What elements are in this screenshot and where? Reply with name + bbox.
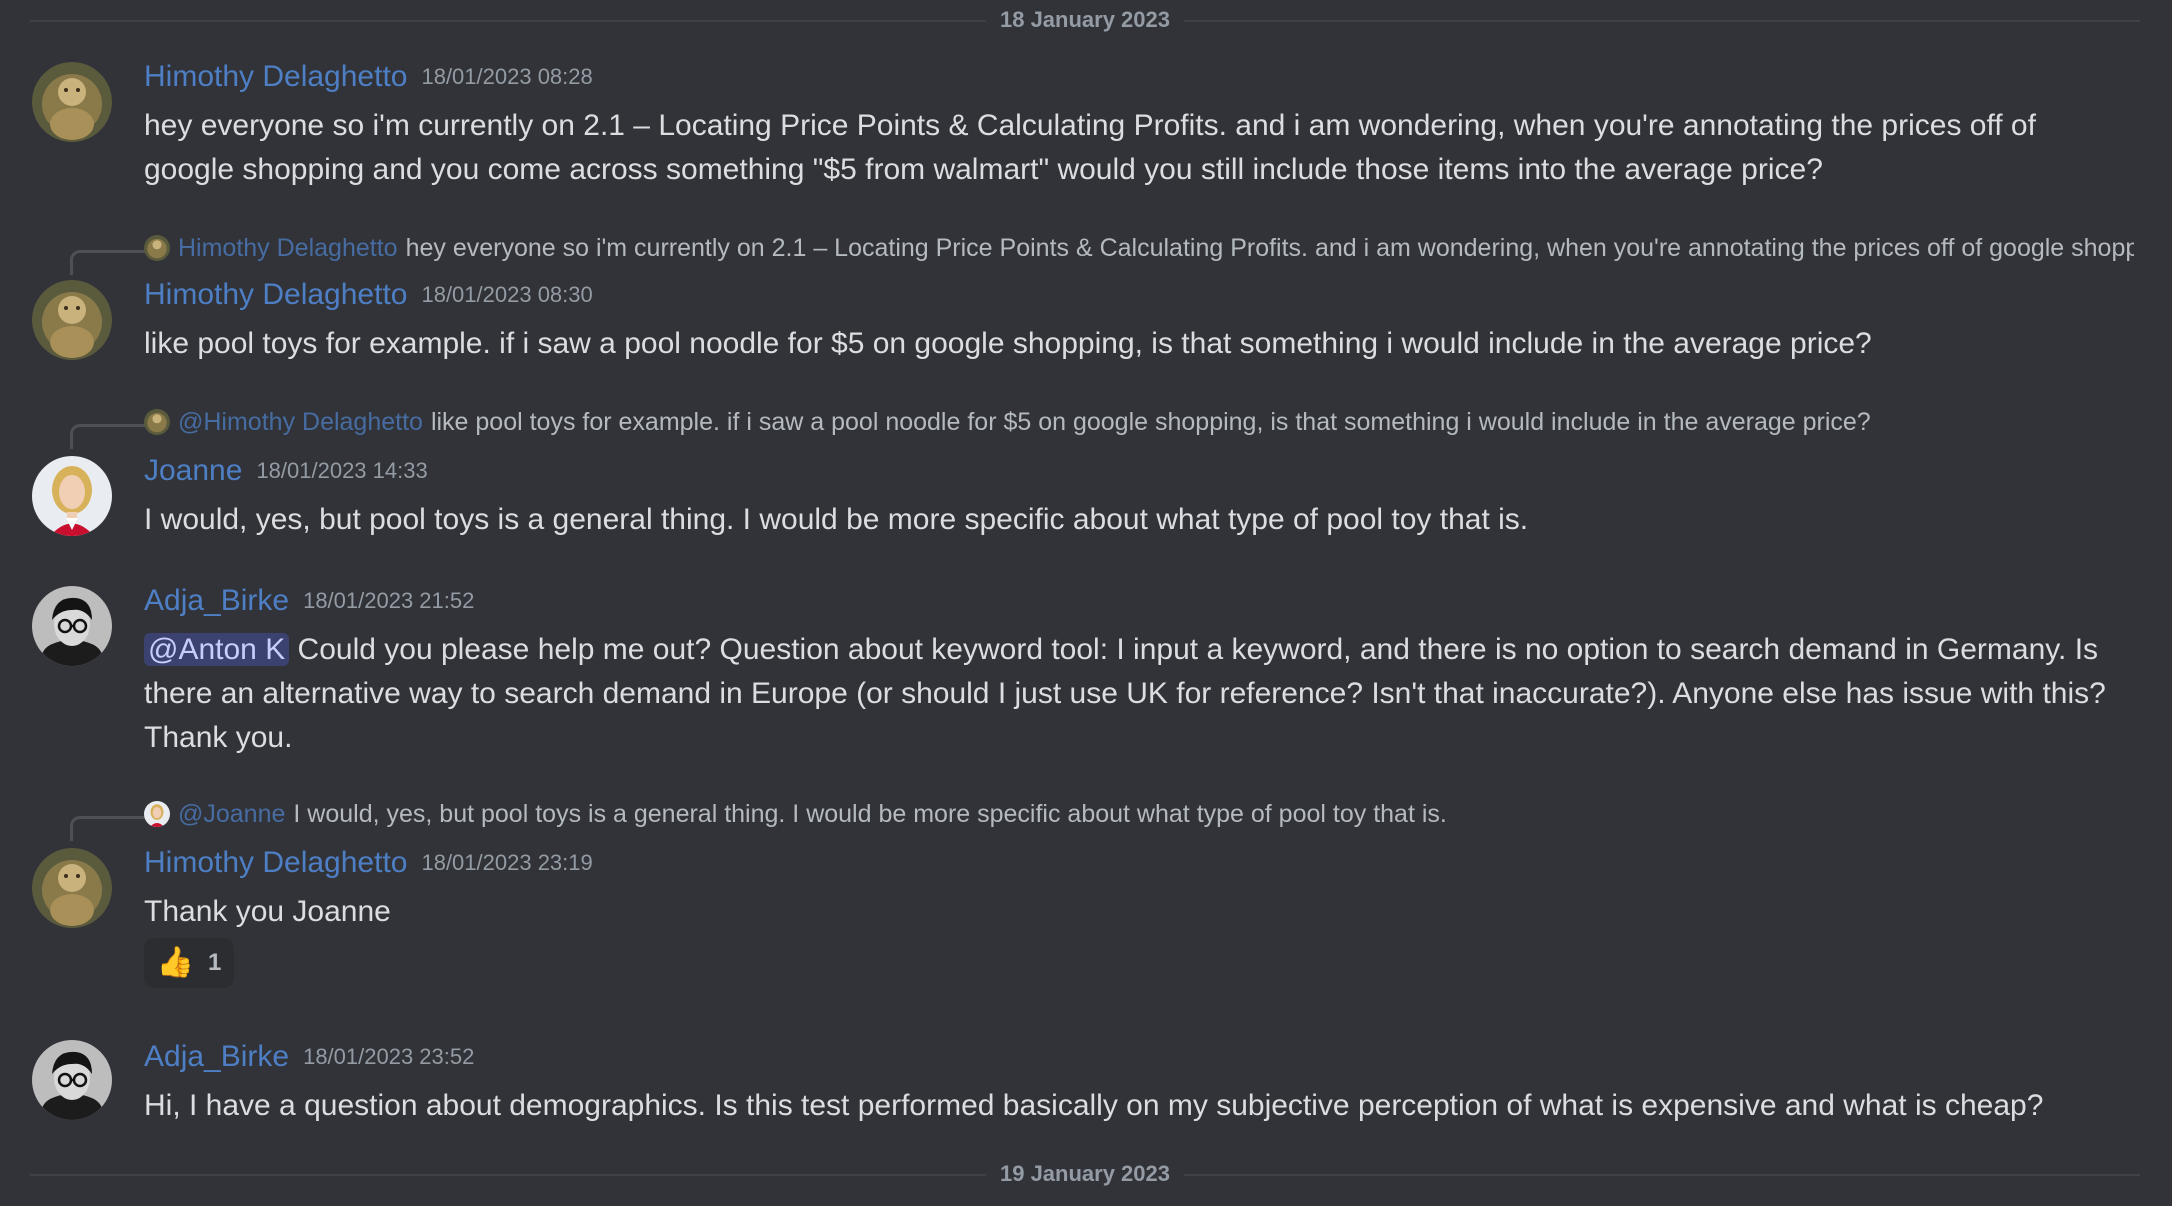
date-divider-label: 19 January 2023 bbox=[985, 1161, 1185, 1187]
reaction-button[interactable]: 👍 1 bbox=[144, 938, 234, 988]
date-divider: 19 January 2023 bbox=[30, 1161, 2140, 1187]
reply-preview[interactable]: @Himothy Delaghetto like pool toys for ex… bbox=[144, 408, 2134, 442]
joanne-avatar[interactable] bbox=[32, 456, 112, 536]
date-divider-label: 18 January 2023 bbox=[985, 7, 1185, 33]
himothy-avatar[interactable] bbox=[32, 848, 112, 928]
author-name[interactable]: Joanne bbox=[144, 454, 242, 487]
message-header: Adja_Birke 18/01/2023 23:52 bbox=[144, 1040, 474, 1074]
message-content: Thank you Joanne bbox=[144, 895, 391, 928]
reply-text[interactable]: I would, yes, but pool toys is a general… bbox=[293, 800, 1446, 828]
message-timestamp: 18/01/2023 08:28 bbox=[421, 64, 593, 89]
chat-message-list: 18 January 2023 Himothy Delaghetto 18/01/… bbox=[0, 0, 2172, 1206]
message-header: Himothy Delaghetto 18/01/2023 08:30 bbox=[144, 278, 593, 312]
author-name[interactable]: Himothy Delaghetto bbox=[144, 846, 407, 879]
adja-avatar[interactable] bbox=[32, 586, 112, 666]
message-header: Joanne 18/01/2023 14:33 bbox=[144, 454, 428, 488]
reply-preview[interactable]: @Joanne I would, yes, but pool toys is a … bbox=[144, 800, 2134, 834]
message-timestamp: 18/01/2023 23:52 bbox=[303, 1044, 475, 1069]
message-content: like pool toys for example. if i saw a p… bbox=[144, 327, 1872, 360]
date-divider: 18 January 2023 bbox=[30, 7, 2140, 33]
thumbs-up-icon: 👍 bbox=[156, 946, 194, 979]
author-name[interactable]: Himothy Delaghetto bbox=[144, 278, 407, 311]
adja-avatar[interactable] bbox=[32, 1040, 112, 1120]
message-timestamp: 18/01/2023 08:30 bbox=[421, 282, 593, 307]
message-timestamp: 18/01/2023 21:52 bbox=[303, 588, 475, 613]
author-name[interactable]: Adja_Birke bbox=[144, 584, 289, 617]
reply-author-name[interactable]: @Himothy Delaghetto bbox=[178, 408, 423, 436]
himothy-avatar bbox=[144, 409, 170, 435]
reply-connector bbox=[70, 250, 145, 275]
message-content: hey everyone so i'm currently on 2.1 – L… bbox=[144, 109, 2036, 186]
himothy-avatar[interactable] bbox=[32, 62, 112, 142]
joanne-avatar bbox=[144, 801, 170, 827]
user-mention[interactable]: @Anton K bbox=[144, 633, 290, 666]
himothy-avatar[interactable] bbox=[32, 280, 112, 360]
reply-connector bbox=[70, 424, 145, 449]
reply-text[interactable]: like pool toys for example. if i saw a p… bbox=[431, 408, 1871, 436]
message-header: Adja_Birke 18/01/2023 21:52 bbox=[144, 584, 474, 618]
himothy-avatar bbox=[144, 235, 170, 261]
reply-author-name[interactable]: @Joanne bbox=[178, 800, 285, 828]
reply-connector bbox=[70, 816, 145, 841]
author-name[interactable]: Adja_Birke bbox=[144, 1040, 289, 1073]
reply-text[interactable]: hey everyone so i'm currently on 2.1 – L… bbox=[406, 234, 2134, 262]
reaction-count: 1 bbox=[208, 949, 222, 976]
message-header: Himothy Delaghetto 18/01/2023 08:28 bbox=[144, 60, 593, 94]
message-header: Himothy Delaghetto 18/01/2023 23:19 bbox=[144, 846, 593, 880]
reply-author-name[interactable]: Himothy Delaghetto bbox=[178, 234, 398, 262]
message-text: Could you please help me out? Question a… bbox=[144, 633, 2106, 754]
message-timestamp: 18/01/2023 14:33 bbox=[256, 458, 428, 483]
message-content: Hi, I have a question about demographics… bbox=[144, 1089, 2044, 1122]
message-timestamp: 18/01/2023 23:19 bbox=[421, 850, 593, 875]
message-content: @Anton K Could you please help me out? Q… bbox=[144, 628, 2134, 760]
author-name[interactable]: Himothy Delaghetto bbox=[144, 60, 407, 93]
reply-preview[interactable]: Himothy Delaghetto hey everyone so i'm cu… bbox=[144, 234, 2134, 268]
message-content: I would, yes, but pool toys is a general… bbox=[144, 503, 1529, 536]
